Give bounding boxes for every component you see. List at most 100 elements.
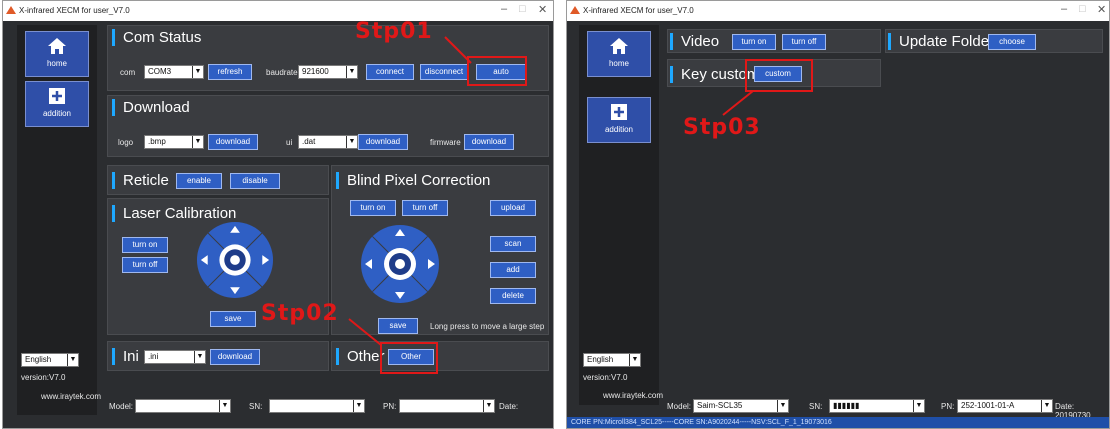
com-label: com [120,68,136,77]
blind-turn-off-button[interactable]: turn off [402,200,448,216]
step-01-highlight [467,56,527,86]
step-03-pointer [722,90,754,116]
laser-direction-pad-icon[interactable] [196,221,274,299]
ui-select[interactable]: .dat ▼ [298,135,358,149]
com-value: COM3 [148,67,172,76]
logo-download-button[interactable]: download [208,134,258,150]
blind-turn-on-button[interactable]: turn on [350,200,396,216]
step-03-annotation: Stp03 [683,115,761,140]
video-panel: Video turn on turn off [667,29,881,53]
refresh-button[interactable]: refresh [208,64,252,80]
upload-button[interactable]: upload [490,200,536,216]
firmware-label: firmware [430,138,461,147]
choose-button[interactable]: choose [988,34,1036,50]
step-02-highlight [380,342,438,374]
update-folder-title: Update Folder [888,33,994,50]
logo-value: .bmp [148,137,166,146]
chevron-down-icon: ▼ [192,66,203,78]
step-03-highlight [745,59,813,92]
step-02-annotation: Stp02 [261,301,339,326]
sn-select[interactable]: ▮▮▮▮▮▮ ▼ [829,399,925,413]
baudrate-select[interactable]: 921600 ▼ [298,65,358,79]
laser-turn-off-button[interactable]: turn off [122,257,168,273]
sn-label: SN: [249,402,263,411]
reticle-title: Reticle [112,172,169,189]
model-select[interactable]: Saim-SCL35 ▼ [693,399,789,413]
window-title: X-infrared XECM for user_V7.0 [583,6,694,15]
nav-home-button[interactable]: home [587,31,651,77]
ini-download-button[interactable]: download [210,349,260,365]
plus-box-icon [49,88,65,104]
baudrate-label: baudrate [266,68,298,77]
ui-label: ui [286,138,293,147]
chevron-down-icon: ▼ [346,136,357,148]
laser-turn-on-button[interactable]: turn on [122,237,168,253]
pn-label: PN: [383,402,397,411]
nav-home-label: home [46,59,67,68]
reticle-disable-button[interactable]: disable [230,173,280,189]
right-window: X-infrared XECM for user_V7.0 – □ ✕ home… [566,0,1110,429]
chevron-down-icon: ▼ [194,351,205,363]
chevron-down-icon: ▼ [219,400,230,412]
home-icon [48,38,66,54]
chevron-down-icon: ▼ [1041,400,1052,412]
reticle-enable-button[interactable]: enable [176,173,222,189]
chevron-down-icon: ▼ [629,354,640,366]
website-label: www.iraytek.com [41,392,102,401]
left-window: X-infrared XECM for user_V7.0 – □ ✕ home… [2,0,554,429]
chevron-down-icon: ▼ [346,66,357,78]
ini-select[interactable]: .ini ▼ [144,350,206,364]
app-logo-icon [570,6,580,14]
close-button[interactable]: ✕ [1097,3,1106,16]
ui-download-button[interactable]: download [358,134,408,150]
video-turn-on-button[interactable]: turn on [732,34,776,50]
baudrate-value: 921600 [302,67,329,76]
ini-value: .ini [148,352,159,361]
pn-select[interactable]: ▼ [399,399,495,413]
laser-save-button[interactable]: save [210,311,256,327]
sidebar: home addition English ▼ version:V7.0 www.… [17,25,101,415]
language-select[interactable]: English ▼ [21,353,79,367]
sn-select[interactable]: ▼ [269,399,365,413]
language-select[interactable]: English ▼ [583,353,641,367]
download-title: Download [112,99,190,116]
connect-button[interactable]: connect [366,64,414,80]
minimize-button[interactable]: – [501,3,507,15]
ui-value: .dat [302,137,316,146]
version-label: version:V7.0 [583,373,628,382]
chevron-down-icon: ▼ [67,354,78,366]
nav-addition-label: addition [42,109,72,118]
logo-select[interactable]: .bmp ▼ [144,135,204,149]
sn-label: SN: [809,402,823,411]
download-panel: Download logo .bmp ▼ download ui .dat ▼ do… [107,95,549,157]
close-button[interactable]: ✕ [538,3,547,16]
disconnect-button[interactable]: disconnect [420,64,468,80]
model-select[interactable]: ▼ [135,399,231,413]
plus-box-icon [611,104,627,120]
chevron-down-icon: ▼ [913,400,924,412]
scan-button[interactable]: scan [490,236,536,252]
model-label: Model: [667,402,692,411]
firmware-download-button[interactable]: download [464,134,514,150]
nav-addition-button[interactable]: addition [587,97,651,143]
nav-home-button[interactable]: home [25,31,89,77]
app-logo-icon [6,6,16,14]
com-select[interactable]: COM3 ▼ [144,65,204,79]
logo-label: logo [118,138,134,147]
date-label: Date: [499,402,519,411]
maximize-button[interactable]: □ [519,3,526,15]
maximize-button[interactable]: □ [1079,3,1086,15]
ini-title: Ini [112,348,139,365]
reticle-panel: Reticle enable disable [107,165,329,195]
website-label: www.iraytek.com [603,391,664,400]
minimize-button[interactable]: – [1061,3,1067,15]
add-button[interactable]: add [490,262,536,278]
delete-button[interactable]: delete [490,288,536,304]
sidebar: home addition English ▼ version:V7.0 www.… [579,25,663,405]
nav-addition-button[interactable]: addition [25,81,89,127]
version-label: version:V7.0 [21,373,66,382]
video-turn-off-button[interactable]: turn off [782,34,826,50]
window-title: X-infrared XECM for user_V7.0 [19,6,130,15]
pn-select[interactable]: 252-1001-01-A ▼ [957,399,1053,413]
blind-direction-pad-icon[interactable] [360,224,440,304]
